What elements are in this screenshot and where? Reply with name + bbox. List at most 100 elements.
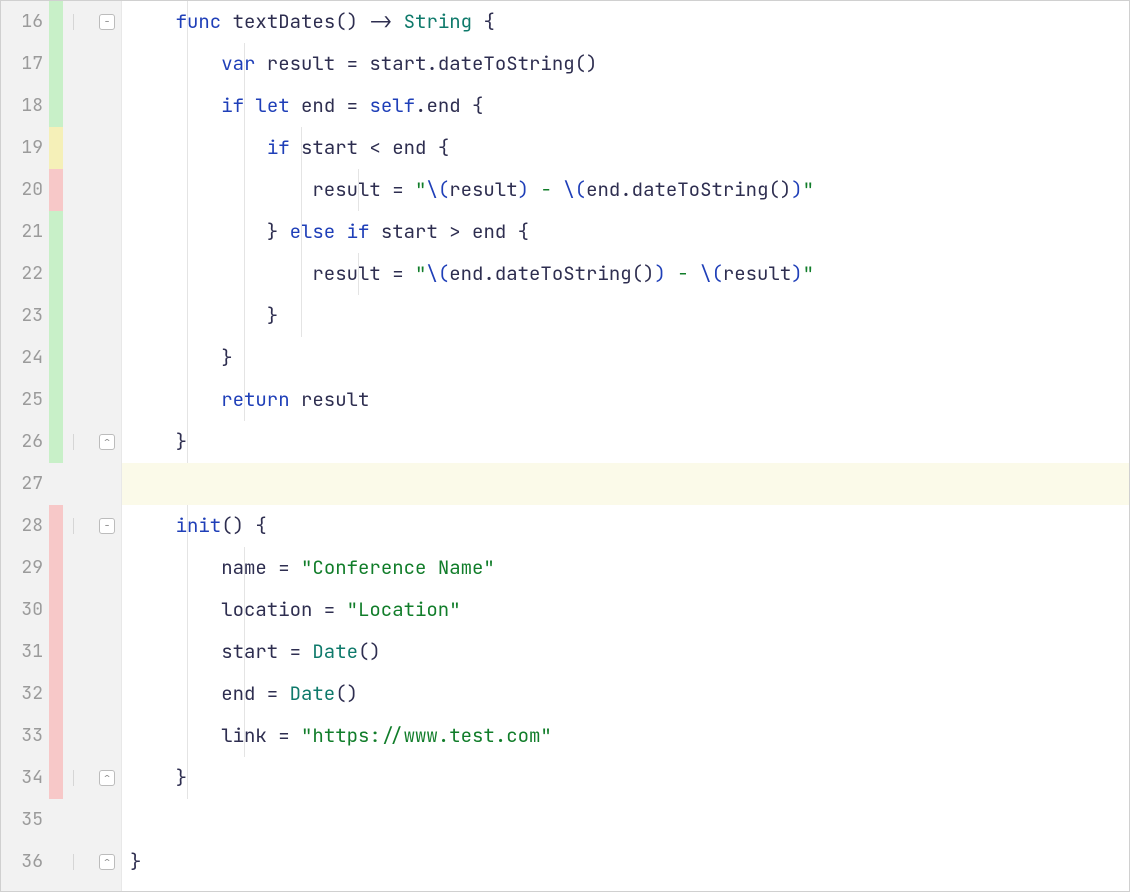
code-line[interactable]: } else if start > end {	[122, 211, 1129, 253]
vcs-marker	[49, 841, 63, 883]
code-line[interactable]: }	[122, 757, 1129, 799]
line-number[interactable]: 24	[1, 337, 49, 379]
code-line[interactable]: init() {	[122, 505, 1129, 547]
code-text: start = Date()	[130, 631, 381, 673]
indent-guide	[244, 337, 245, 379]
code-editor[interactable]: 16−17181920212223242526⌃2728−29303132333…	[1, 1, 1129, 891]
code-line[interactable]: }	[122, 295, 1129, 337]
vcs-marker[interactable]	[49, 295, 63, 337]
line-number[interactable]: 29	[1, 547, 49, 589]
vcs-marker[interactable]	[49, 673, 63, 715]
code-text: name = "Conference Name"	[130, 547, 495, 589]
vcs-marker[interactable]	[49, 337, 63, 379]
indent-guide	[187, 421, 188, 463]
code-line[interactable]: result = "\(result) - \(end.dateToString…	[122, 169, 1129, 211]
vcs-marker[interactable]	[49, 85, 63, 127]
line-number[interactable]: 34	[1, 757, 49, 799]
code-line[interactable]: link = "https://www.test.com"	[122, 715, 1129, 757]
indent-guide	[187, 673, 188, 715]
line-number[interactable]: 35	[1, 799, 49, 841]
code-line[interactable]: func textDates() -> String {	[122, 1, 1129, 43]
indent-guide	[187, 337, 188, 379]
gutter-row: 25	[1, 379, 121, 421]
code-line[interactable]	[122, 463, 1129, 505]
line-number[interactable]: 23	[1, 295, 49, 337]
line-number[interactable]: 20	[1, 169, 49, 211]
line-number[interactable]: 27	[1, 463, 49, 505]
gutter-row: 35	[1, 799, 121, 841]
gutter-row: 31	[1, 631, 121, 673]
gutter-row: 26 ⌃	[1, 421, 121, 463]
indent-guide	[244, 715, 245, 757]
code-line[interactable]: }	[122, 841, 1129, 883]
vcs-marker[interactable]	[49, 631, 63, 673]
fold-column: −	[63, 14, 121, 30]
gutter-row: 32	[1, 673, 121, 715]
code-text: result = "\(end.dateToString()) - \(resu…	[130, 253, 814, 295]
indent-guide	[187, 757, 188, 799]
indent-guide	[187, 43, 188, 85]
code-line[interactable]: var result = start.dateToString()	[122, 43, 1129, 85]
gutter-row: 28 −	[1, 505, 121, 547]
line-number[interactable]: 19	[1, 127, 49, 169]
code-line[interactable]: }	[122, 337, 1129, 379]
vcs-marker[interactable]	[49, 547, 63, 589]
gutter-row: 20	[1, 169, 121, 211]
vcs-marker[interactable]	[49, 505, 63, 547]
code-line[interactable]	[122, 799, 1129, 841]
gutter-row: 24	[1, 337, 121, 379]
code-area[interactable]: func textDates() -> String { var result …	[122, 1, 1129, 891]
fold-close-icon[interactable]: ⌃	[99, 770, 115, 786]
vcs-marker[interactable]	[49, 43, 63, 85]
vcs-marker[interactable]	[49, 169, 63, 211]
vcs-marker[interactable]	[49, 715, 63, 757]
line-number[interactable]: 32	[1, 673, 49, 715]
vcs-marker[interactable]	[49, 127, 63, 169]
code-line[interactable]: location = "Location"	[122, 589, 1129, 631]
indent-guide	[244, 547, 245, 589]
fold-close-icon[interactable]: ⌃	[99, 434, 115, 450]
line-number[interactable]: 17	[1, 43, 49, 85]
code-line[interactable]: end = Date()	[122, 673, 1129, 715]
vcs-marker[interactable]	[49, 1, 63, 43]
code-line[interactable]: return result	[122, 379, 1129, 421]
indent-guide	[187, 127, 188, 169]
line-number[interactable]: 18	[1, 85, 49, 127]
line-number[interactable]: 36	[1, 841, 49, 883]
vcs-marker	[49, 799, 63, 841]
line-number[interactable]: 26	[1, 421, 49, 463]
indent-guide	[187, 211, 188, 253]
code-text: }	[130, 295, 278, 337]
code-line[interactable]: start = Date()	[122, 631, 1129, 673]
vcs-marker[interactable]	[49, 589, 63, 631]
code-line[interactable]: if start < end {	[122, 127, 1129, 169]
line-number[interactable]: 16	[1, 1, 49, 43]
code-line[interactable]: }	[122, 421, 1129, 463]
code-text: init() {	[130, 505, 267, 547]
line-number[interactable]: 25	[1, 379, 49, 421]
code-line[interactable]: name = "Conference Name"	[122, 547, 1129, 589]
fold-close-icon[interactable]: ⌃	[99, 854, 115, 870]
code-text: }	[130, 421, 187, 463]
indent-guide	[301, 253, 302, 295]
indent-guide	[187, 295, 188, 337]
line-number[interactable]: 30	[1, 589, 49, 631]
indent-guide	[244, 631, 245, 673]
indent-guide	[187, 169, 188, 211]
vcs-marker[interactable]	[49, 379, 63, 421]
line-number[interactable]: 28	[1, 505, 49, 547]
line-number[interactable]: 33	[1, 715, 49, 757]
fold-open-icon[interactable]: −	[99, 518, 115, 534]
fold-open-icon[interactable]: −	[99, 14, 115, 30]
code-line[interactable]: if let end = self.end {	[122, 85, 1129, 127]
line-number[interactable]: 21	[1, 211, 49, 253]
code-text: }	[130, 841, 141, 883]
gutter-row: 21	[1, 211, 121, 253]
line-number[interactable]: 31	[1, 631, 49, 673]
vcs-marker[interactable]	[49, 421, 63, 463]
code-line[interactable]: result = "\(end.dateToString()) - \(resu…	[122, 253, 1129, 295]
vcs-marker[interactable]	[49, 211, 63, 253]
line-number[interactable]: 22	[1, 253, 49, 295]
vcs-marker[interactable]	[49, 253, 63, 295]
vcs-marker[interactable]	[49, 757, 63, 799]
